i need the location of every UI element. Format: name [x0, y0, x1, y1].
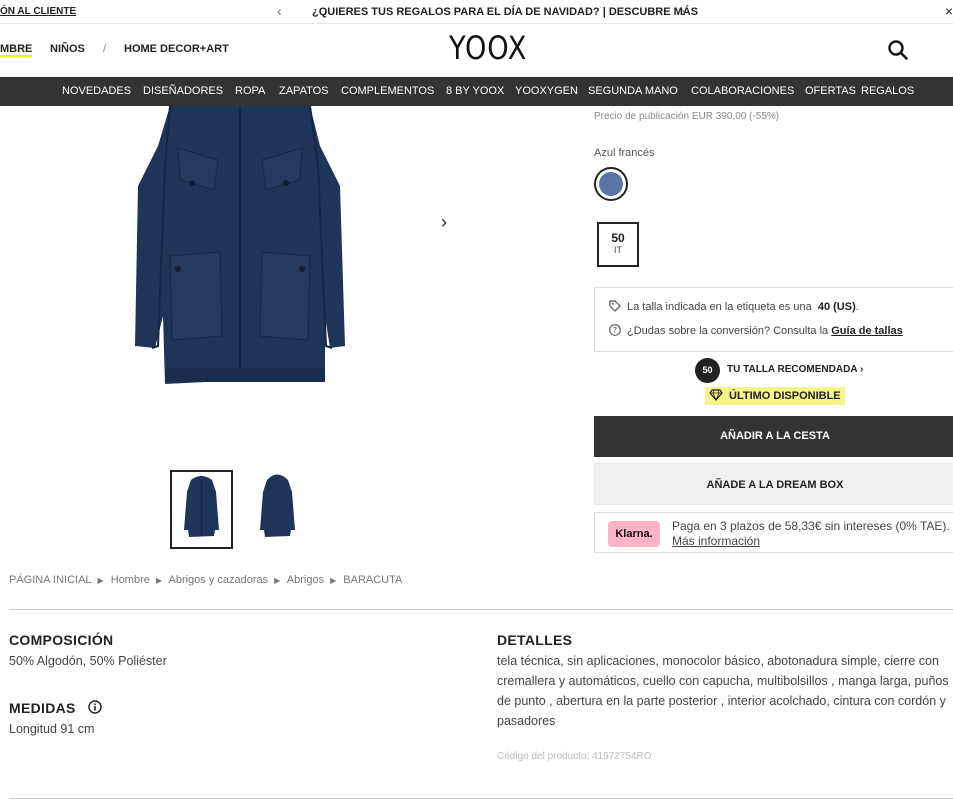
chevron-right-icon[interactable]: › [681, 3, 686, 19]
nav-home-decor[interactable]: HOME DECOR+ART [124, 43, 229, 55]
question-icon: ? [609, 324, 621, 336]
publication-price: Precio de publicación EUR 390,00 (-55%) [594, 111, 780, 122]
color-swatch[interactable] [594, 167, 628, 201]
color-swatch-fill [599, 172, 623, 196]
coat-back-thumbnail [260, 474, 295, 537]
bottom-divider [9, 798, 953, 799]
category-colaboraciones[interactable]: COLABORACIONES [691, 85, 794, 97]
breadcrumb-arrow-icon: ▶ [274, 576, 281, 585]
recommended-size-badge: 50 [695, 358, 720, 383]
size-label-period: . [855, 301, 859, 313]
availability-badge: ÚLTIMO DISPONIBLE [705, 387, 845, 405]
klarna-text: Paga en 3 plazos de 58,33€ sin intereses… [672, 519, 950, 533]
category-zapatos[interactable]: ZAPATOS [279, 85, 329, 97]
coat-front-thumbnail [184, 476, 219, 537]
size-system: IT [614, 245, 622, 255]
color-name: Azul francés [594, 147, 655, 159]
details-title: DETALLES [497, 632, 573, 648]
klarna-logo: Klarna. [608, 521, 660, 547]
main-header: MBRE NIÑOS / HOME DECOR+ART YOOX [0, 25, 953, 77]
size-label-info: La talla indicada en la etiqueta es una … [609, 300, 859, 313]
size-info-box: La talla indicada en la etiqueta es una … [594, 287, 953, 352]
category-complementos[interactable]: COMPLEMENTOS [341, 85, 434, 97]
search-icon[interactable] [888, 40, 908, 60]
diamond-icon [709, 389, 723, 401]
tag-icon [609, 300, 621, 312]
breadcrumb: PÁGINA INICIAL ▶ Hombre ▶ Abrigos y cazado… [9, 574, 406, 586]
size-value: 50 [611, 231, 625, 245]
klarna-box: Klarna. Paga en 3 plazos de 58,33€ sin i… [594, 512, 953, 553]
composition-title: COMPOSICIÓN [9, 632, 114, 648]
klarna-more-info-link[interactable]: Más información [672, 534, 760, 548]
thumbnail-back[interactable] [246, 470, 309, 549]
chevron-left-icon[interactable]: ‹ [277, 3, 282, 19]
category-segunda-mano[interactable]: SEGUNDA MANO [588, 85, 678, 97]
nav-separator: / [103, 43, 107, 55]
product-code: Código del producto: 41972754RO [497, 751, 652, 762]
measures-title: MEDIDAS [9, 700, 76, 716]
category-8-by-yoox[interactable]: 8 BY YOOX [446, 85, 504, 97]
nav-hombre[interactable]: MBRE [0, 43, 33, 57]
size-option[interactable]: 50 IT [597, 222, 639, 267]
details-text: tela técnica, sin aplicaciones, monocolo… [497, 654, 949, 728]
breadcrumb-arrow-icon: ▶ [330, 576, 337, 585]
add-to-dream-box-button[interactable]: AÑADE A LA DREAM BOX [594, 463, 953, 505]
availability-text: ÚLTIMO DISPONIBLE [729, 390, 841, 402]
nav-ninos[interactable]: NIÑOS [50, 43, 85, 55]
category-regalos[interactable]: REGALOS [861, 85, 914, 97]
recommended-size-label: TU TALLA RECOMENDADA [727, 364, 858, 375]
customer-service-link[interactable]: ÓN AL CLIENTE [0, 6, 76, 17]
recommended-size-link[interactable]: TU TALLA RECOMENDADA › [727, 364, 863, 375]
promo-message[interactable]: ¿QUIERES TUS REGALOS PARA EL DÍA DE NAVI… [312, 6, 698, 18]
breadcrumb-arrow-icon: ▶ [155, 576, 163, 585]
next-image-arrow-icon[interactable]: › [441, 212, 447, 233]
promo-bar: ÓN AL CLIENTE ‹ ¿QUIERES TUS REGALOS PAR… [0, 0, 953, 24]
section-divider [9, 609, 953, 610]
size-label-us: 40 (US) [817, 301, 856, 313]
breadcrumb-abrigos[interactable]: Abrigos [287, 574, 324, 586]
size-guide-link[interactable]: Guía de tallas [831, 325, 903, 337]
conversion-info: ? ¿Dudas sobre la conversión? Consulta l… [609, 324, 903, 337]
size-label-text: La talla indicada en la etiqueta es una [627, 301, 812, 313]
chevron-right-icon: › [859, 364, 864, 375]
thumbnail-front[interactable] [170, 470, 233, 549]
measures-text: Longitud 91 cm [9, 722, 95, 736]
category-ropa[interactable]: ROPA [235, 85, 265, 97]
category-ofertas[interactable]: OFERTAS [805, 85, 856, 97]
close-icon[interactable]: × [945, 3, 953, 19]
product-main-image[interactable] [130, 106, 350, 394]
svg-text:?: ? [613, 326, 617, 335]
conversion-text: ¿Dudas sobre la conversión? Consulta la [627, 325, 829, 337]
breadcrumb-hombre[interactable]: Hombre [111, 574, 150, 586]
category-novedades[interactable]: NOVEDADES [62, 85, 131, 97]
category-disenadores[interactable]: DISEÑADORES [143, 85, 223, 97]
category-yooxygen[interactable]: YOOXYGEN [515, 85, 578, 97]
info-icon[interactable] [88, 700, 102, 714]
breadcrumb-home[interactable]: PÁGINA INICIAL [9, 574, 92, 586]
breadcrumb-brand[interactable]: BARACUTA [343, 574, 402, 586]
add-to-cart-button[interactable]: AÑADIR A LA CESTA [594, 416, 953, 457]
category-nav: NOVEDADES DISEÑADORES ROPA ZAPATOS COMPL… [0, 77, 953, 106]
breadcrumb-arrow-icon: ▶ [97, 576, 104, 585]
composition-text: 50% Algodón, 50% Poliéster [9, 654, 167, 668]
breadcrumb-abrigos-cazadoras[interactable]: Abrigos y cazadoras [168, 574, 268, 586]
yoox-logo[interactable]: YOOX [449, 29, 527, 67]
